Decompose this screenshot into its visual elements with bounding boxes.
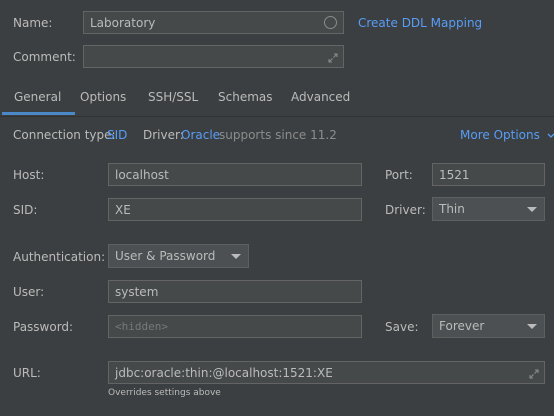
sid-label: SID: <box>13 203 38 217</box>
driver-select-label: Driver: <box>385 203 426 217</box>
user-label: User: <box>13 285 45 299</box>
port-input[interactable]: 1521 <box>432 163 545 186</box>
password-placeholder: <hidden> <box>115 320 168 333</box>
sid-input[interactable]: XE <box>108 198 362 221</box>
url-note: Overrides settings above <box>108 388 221 398</box>
name-label: Name: <box>13 16 53 30</box>
port-label: Port: <box>385 168 413 182</box>
driver-select[interactable]: Thin <box>432 197 545 221</box>
password-input[interactable]: <hidden> <box>108 315 362 338</box>
host-label: Host: <box>13 168 45 182</box>
driver-label: Driver: <box>143 128 184 142</box>
expand-icon[interactable] <box>328 53 338 63</box>
comment-input[interactable] <box>83 45 344 68</box>
user-input-value: system <box>115 284 159 299</box>
connection-type-label: Connection type: <box>13 128 116 142</box>
more-options-label: More Options <box>460 128 540 142</box>
user-input[interactable]: system <box>108 280 362 303</box>
save-label: Save: <box>385 320 419 334</box>
name-input-value: Laboratory <box>90 15 156 30</box>
comment-label: Comment: <box>13 50 76 64</box>
port-input-value: 1521 <box>439 167 470 182</box>
more-options-link[interactable]: More Options <box>460 128 554 142</box>
tab-advanced[interactable]: Advanced <box>291 90 350 104</box>
save-select[interactable]: Forever <box>432 314 545 338</box>
sid-input-value: XE <box>115 202 131 217</box>
name-input[interactable]: Laboratory <box>83 11 344 34</box>
dropdown-arrow-icon <box>527 207 537 212</box>
save-select-value: Forever <box>439 319 485 333</box>
tab-divider <box>0 116 554 117</box>
driver-link[interactable]: Oracle <box>181 128 220 142</box>
color-circle-icon[interactable] <box>324 16 337 29</box>
url-input-value: jdbc:oracle:thin:@localhost:1521:XE <box>115 365 333 380</box>
authentication-select-value: User & Password <box>115 249 216 263</box>
authentication-select[interactable]: User & Password <box>108 244 249 268</box>
host-input[interactable]: localhost <box>108 163 362 186</box>
driver-note: supports since 11.2 <box>219 128 337 142</box>
create-ddl-mapping-link[interactable]: Create DDL Mapping <box>358 16 482 30</box>
url-label: URL: <box>13 366 41 380</box>
driver-select-value: Thin <box>439 202 465 216</box>
dropdown-arrow-icon <box>527 324 537 329</box>
password-label: Password: <box>13 320 74 334</box>
connection-type-link[interactable]: SID <box>107 128 127 142</box>
url-input[interactable]: jdbc:oracle:thin:@localhost:1521:XE <box>108 361 545 384</box>
dropdown-arrow-icon <box>231 254 241 259</box>
tab-general[interactable]: General <box>1 90 76 115</box>
chevron-down-icon <box>547 133 554 138</box>
host-input-value: localhost <box>115 167 169 182</box>
tab-options[interactable]: Options <box>80 90 126 104</box>
authentication-label: Authentication: <box>13 250 106 264</box>
tab-schemas[interactable]: Schemas <box>218 90 273 104</box>
tab-ssh-ssl[interactable]: SSH/SSL <box>148 90 198 104</box>
expand-icon[interactable] <box>529 369 539 379</box>
